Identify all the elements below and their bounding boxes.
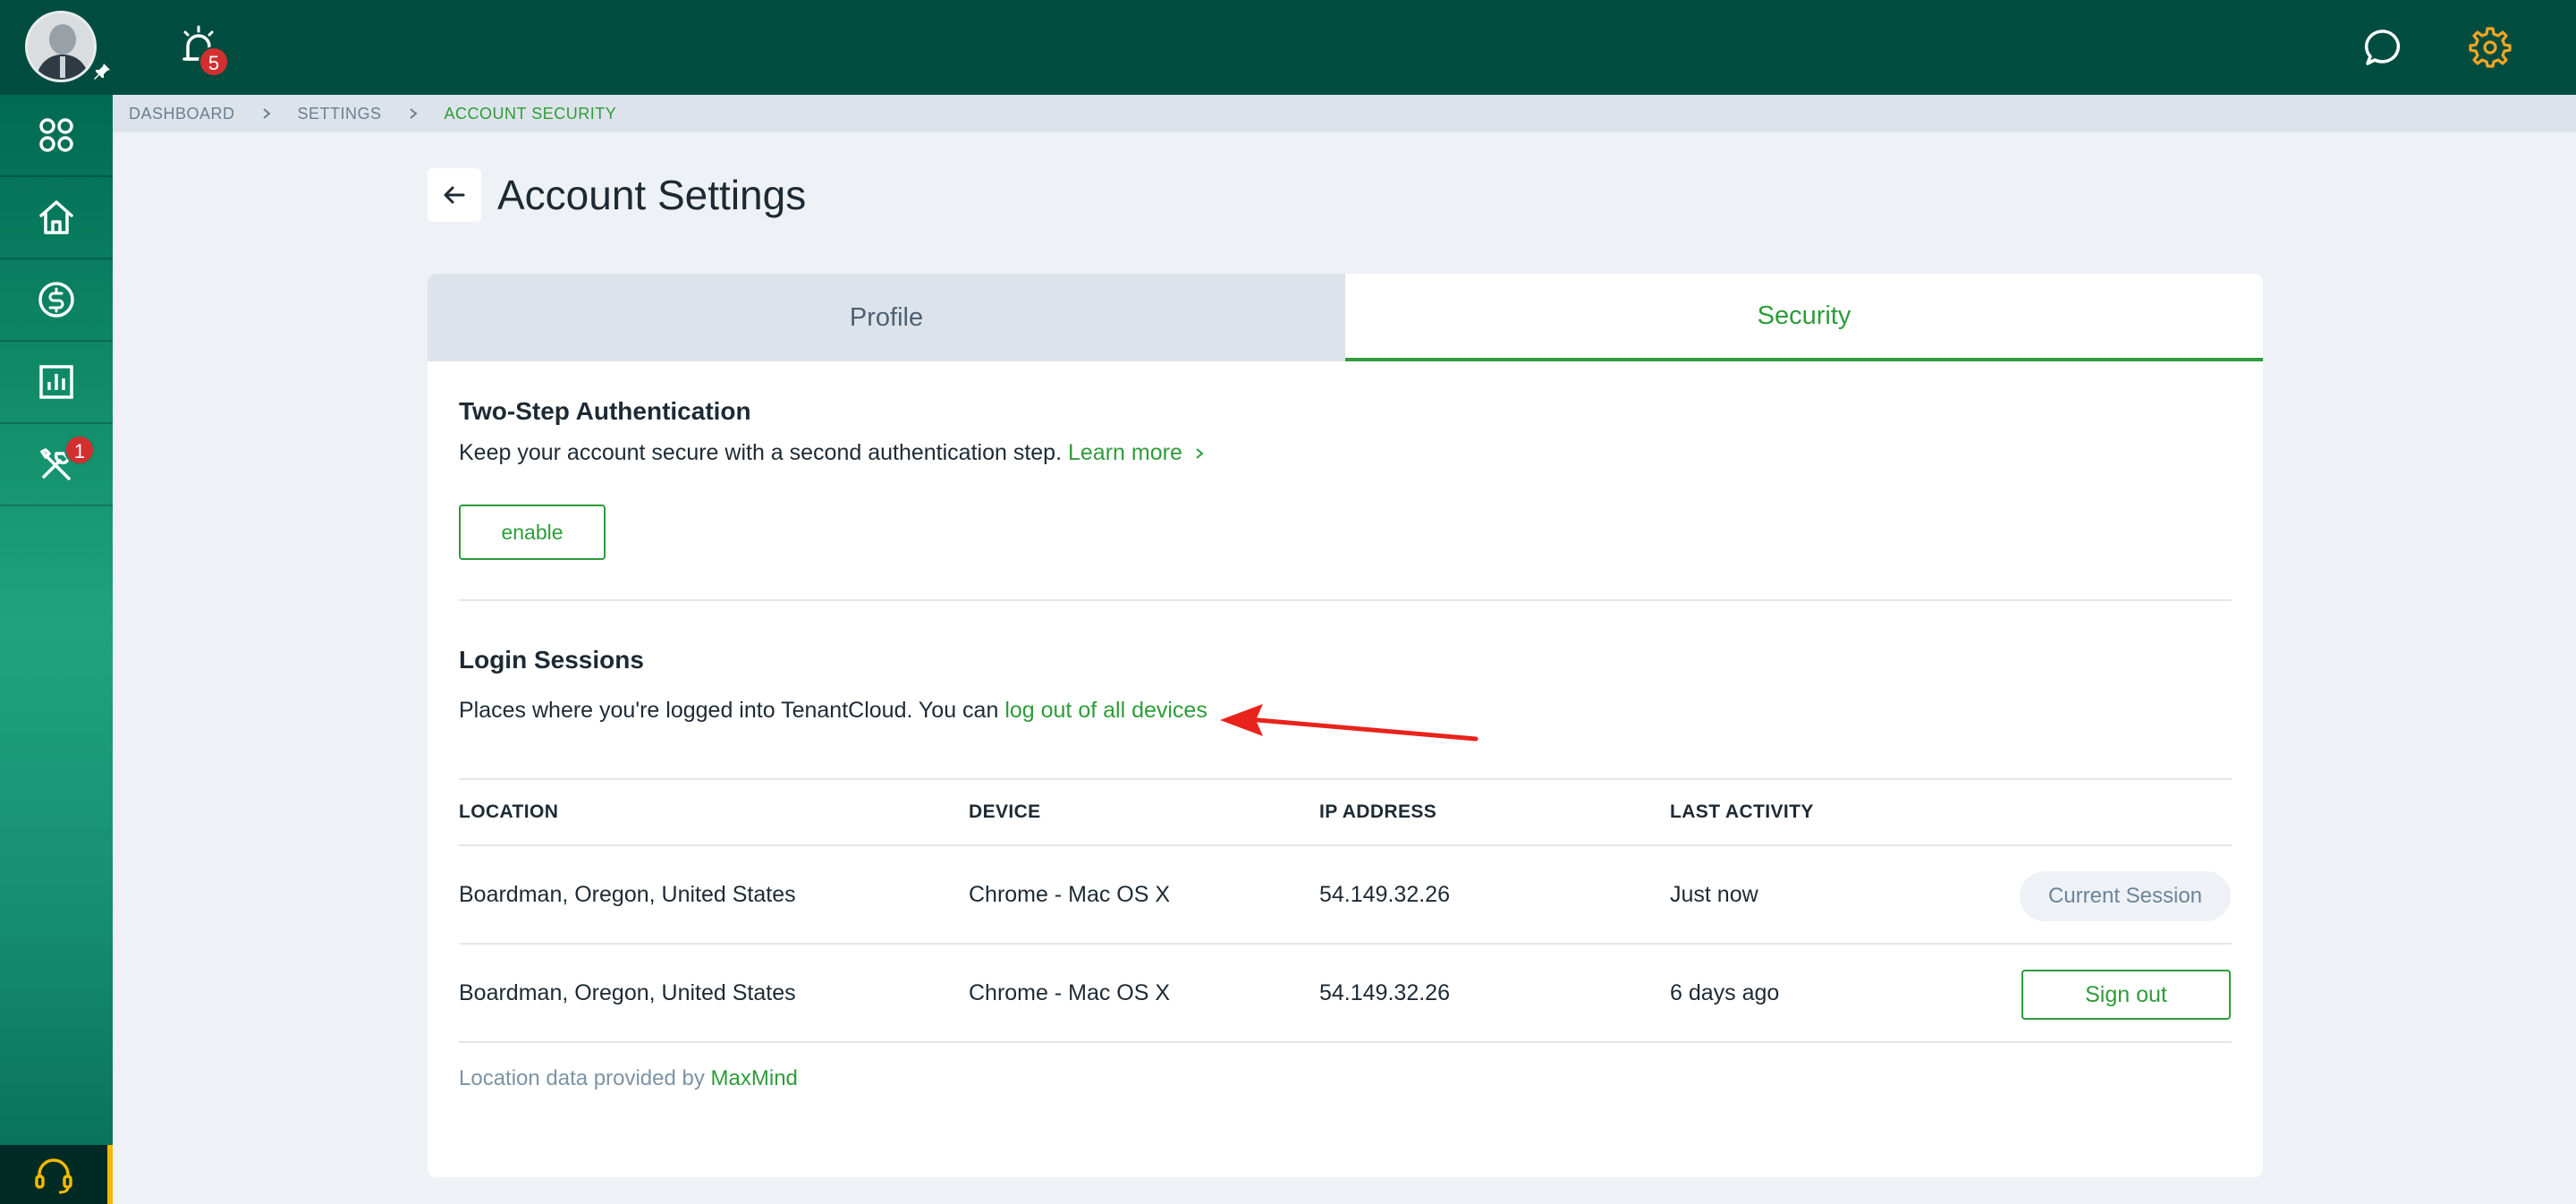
session-last-activity: Just now [1670,882,1758,907]
tools-badge: 1 [64,435,95,465]
enable-two-step-button[interactable]: enable [459,504,606,560]
tab-profile[interactable]: Profile [428,274,1345,361]
annotation-arrow [1220,704,1479,742]
section-divider [459,599,2232,601]
page-title: Account Settings [497,172,807,218]
chevron-right-icon [262,108,271,119]
maxmind-link[interactable]: MaxMind [711,1066,798,1090]
sidebar: 1 [0,95,113,1204]
notifications-badge: 5 [199,47,229,77]
gear-icon[interactable] [2469,25,2512,68]
sidebar-item-finance[interactable] [0,259,113,342]
sidebar-item-home[interactable] [0,177,113,259]
session-device: Chrome - Mac OS X [969,882,1171,907]
two-step-description-text: Keep your account secure with a second a… [459,440,1063,465]
column-header-device: DEVICE [969,801,1041,822]
reports-chart-icon [39,365,73,399]
table-header-divider [459,844,2232,846]
chat-icon[interactable] [2363,27,2404,68]
headset-icon [35,1158,72,1194]
session-ip: 54.149.32.26 [1319,882,1450,907]
avatar[interactable] [25,11,97,82]
support-button[interactable] [0,1145,113,1204]
settings-card: Profile Security Two-Step Authentication… [428,274,2263,1177]
breadcrumb-dashboard[interactable]: DASHBOARD [129,105,235,123]
sidebar-item-tools[interactable] [0,424,113,506]
row-divider [459,943,2232,945]
dollar-icon [38,282,74,318]
column-header-location: LOCATION [459,801,559,822]
session-device: Chrome - Mac OS X [969,980,1171,1005]
two-step-description: Keep your account secure with a second a… [459,440,1206,466]
current-session-badge: Current Session [2020,871,2231,921]
back-button[interactable] [428,168,481,222]
breadcrumb: DASHBOARD SETTINGS ACCOUNT SECURITY [113,95,2576,132]
column-header-last-activity: LAST ACTIVITY [1670,801,1814,822]
column-header-ip: IP ADDRESS [1319,801,1437,822]
chevron-right-icon [1196,448,1204,460]
two-step-title: Two-Step Authentication [459,397,751,425]
arrow-left-icon [444,186,465,204]
session-last-activity: 6 days ago [1670,980,1780,1005]
session-location: Boardman, Oregon, United States [459,980,796,1005]
breadcrumb-settings[interactable]: SETTINGS [298,105,382,123]
apps-grid-icon [39,118,73,152]
sidebar-item-reports[interactable] [0,342,113,424]
footnote-text: Location data provided by [459,1066,705,1090]
sidebar-item-apps[interactable] [0,95,113,177]
learn-more-link[interactable]: Learn more [1068,440,1206,465]
location-footnote: Location data provided by MaxMind [459,1066,798,1091]
pin-icon[interactable] [91,61,113,82]
tab-security[interactable]: Security [1345,274,2263,361]
chevron-right-icon [409,108,418,119]
home-icon [39,200,73,234]
breadcrumb-account-security: ACCOUNT SECURITY [444,104,617,123]
login-sessions-description-text: Places where you're logged into TenantCl… [459,698,999,723]
session-location: Boardman, Oregon, United States [459,882,796,907]
table-top-divider [459,778,2232,780]
logout-all-devices-link[interactable]: log out of all devices [1004,698,1208,723]
login-sessions-description: Places where you're logged into TenantCl… [459,698,1208,724]
sign-out-button[interactable]: Sign out [2021,970,2231,1020]
session-ip: 54.149.32.26 [1319,980,1450,1005]
top-bar: 5 [0,0,2576,95]
row-divider [459,1041,2232,1043]
login-sessions-title: Login Sessions [459,646,644,674]
